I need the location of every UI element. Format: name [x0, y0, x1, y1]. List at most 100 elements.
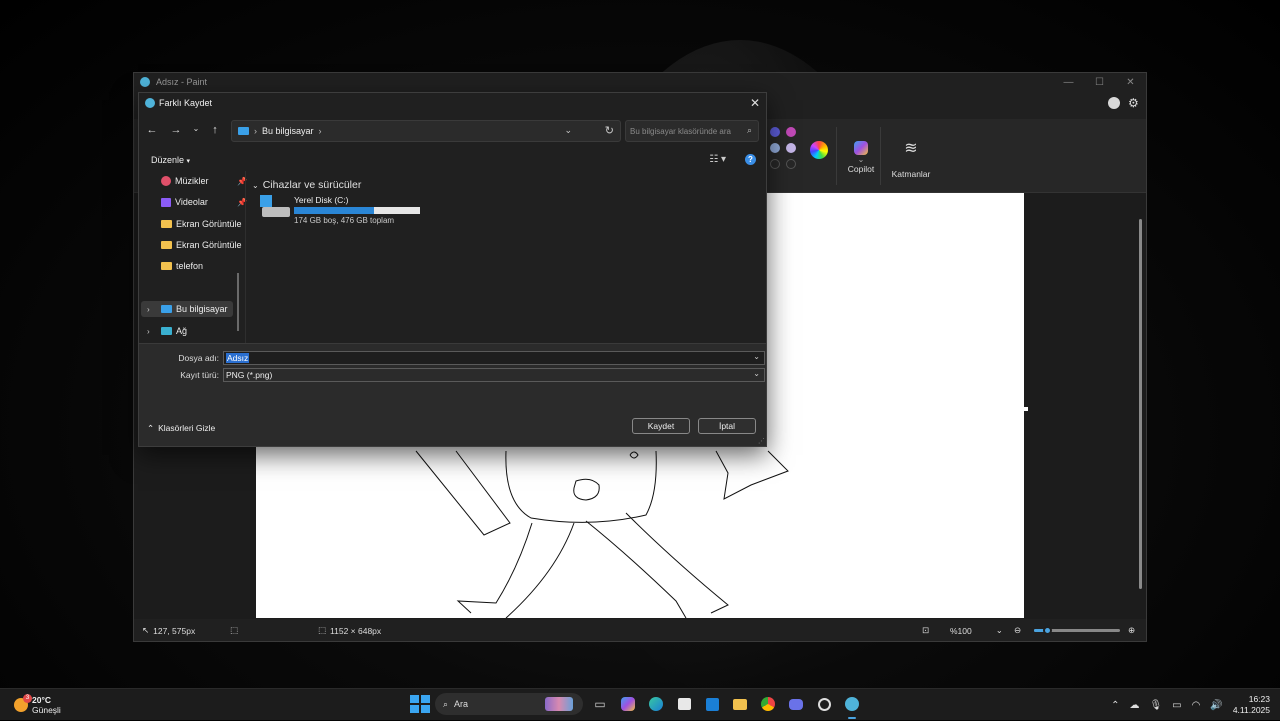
breadcrumb-separator-icon: › — [254, 126, 257, 136]
help-icon[interactable]: ? — [745, 154, 756, 165]
taskbar-search[interactable]: ⌕ Ara — [435, 693, 583, 715]
filetype-select[interactable]: PNG (*.png) ⌄ — [223, 368, 765, 382]
search-input[interactable]: Bu bilgisayar klasöründe ara ⌕ — [625, 120, 759, 142]
save-button[interactable]: Kaydet — [632, 418, 690, 434]
address-bar[interactable]: › Bu bilgisayar › ⌄ ↻ — [231, 120, 621, 142]
nav-item-videos[interactable]: Videolar 📌 — [161, 194, 253, 210]
paint-taskbar-icon[interactable] — [841, 693, 863, 719]
zoom-out-icon[interactable]: ⊖ — [1014, 625, 1021, 636]
chrome-icon[interactable] — [757, 693, 779, 715]
copilot-taskbar-icon[interactable] — [617, 693, 639, 715]
color-swatch-empty[interactable] — [786, 159, 796, 169]
canvas-size: ⬚ 1152 × 648px — [318, 625, 382, 636]
nav-item-this-pc[interactable]: › Bu bilgisayar — [141, 301, 233, 317]
address-dropdown-icon[interactable]: ⌄ — [564, 125, 572, 136]
chevron-down-icon: ⌄ — [995, 625, 1003, 635]
settings-gear-icon[interactable]: ⚙ — [1128, 97, 1140, 109]
pointer-icon: ↖ — [142, 625, 150, 635]
group-header[interactable]: ⌄ Cihazlar ve sürücüler — [252, 179, 361, 191]
content-pane: ⌄ Cihazlar ve sürücüler Yerel Disk (C:) … — [245, 171, 766, 343]
copilot-button[interactable]: ⌄ Copilot — [836, 135, 886, 174]
clock[interactable]: 16:23 4.11.2025 — [1233, 694, 1270, 716]
paint-app-icon — [140, 77, 150, 87]
notification-badge: 3 — [23, 694, 32, 703]
drive-name: Yerel Disk (C:) — [294, 195, 349, 205]
search-highlight-image — [545, 697, 573, 711]
recording-app-icon[interactable] — [813, 693, 835, 715]
folder-icon — [161, 262, 172, 270]
volume-icon[interactable]: 🔊 — [1210, 700, 1222, 711]
maximize-button[interactable]: ☐ — [1084, 73, 1115, 91]
dialog-close-icon[interactable]: ✕ — [750, 96, 760, 110]
microphone-icon[interactable]: 🎙 — [1149, 700, 1162, 711]
dialog-titlebar: Farklı Kaydet — [139, 93, 766, 113]
color-swatch[interactable] — [786, 143, 796, 153]
filename-input[interactable]: Adsız ⌄ — [223, 351, 765, 365]
navigation-row: ← → ⌄ ↑ › Bu bilgisayar › ⌄ ↻ Bu bilgisa… — [139, 120, 766, 144]
hide-folders-button[interactable]: ⌃ Klasörleri Gizle — [147, 423, 215, 434]
weather-widget[interactable]: 3 20°C Güneşli — [14, 694, 61, 715]
breadcrumb-separator-icon[interactable]: › — [319, 126, 322, 136]
fit-to-window-icon[interactable]: ⊡ — [922, 625, 929, 636]
color-swatch[interactable] — [770, 127, 780, 137]
store-icon[interactable] — [673, 693, 695, 715]
computer-icon — [238, 127, 249, 135]
file-explorer-icon[interactable] — [729, 693, 751, 715]
network-icon — [161, 327, 172, 335]
computer-icon — [161, 305, 172, 313]
chevron-right-icon[interactable]: › — [147, 327, 150, 336]
discord-icon[interactable] — [785, 693, 807, 715]
paint-statusbar: ↖ 127, 575px ⬚ ⬚ 1152 × 648px ⊡ %100 ⌄ ⊖… — [134, 619, 1146, 641]
close-button[interactable]: ✕ — [1115, 73, 1146, 91]
recent-locations-chevron-icon[interactable]: ⌄ — [189, 124, 203, 133]
taskbar: 3 20°C Güneşli ⌕ Ara ▭ ⌃ ☁ 🎙 ▭ ◠ 🔊 16:23 — [0, 688, 1280, 720]
nav-item-screenshots-2[interactable]: Ekran Görüntüle — [161, 237, 253, 253]
color-swatch[interactable] — [770, 143, 780, 153]
account-icon[interactable] — [1108, 97, 1120, 109]
edge-browser-icon[interactable] — [645, 693, 667, 715]
nav-pane-scrollbar[interactable] — [237, 273, 239, 331]
wifi-icon[interactable]: ◠ — [1192, 700, 1201, 711]
cancel-button[interactable]: İptal — [698, 418, 756, 434]
zoom-dropdown[interactable]: %100 ⌄ — [950, 625, 1003, 636]
zoom-slider-thumb[interactable] — [1042, 626, 1052, 635]
view-options-icon[interactable]: ☷ ▾ — [709, 154, 726, 165]
drive-item-c[interactable]: Yerel Disk (C:) 174 GB boş, 476 GB topla… — [260, 195, 420, 225]
zoom-in-icon[interactable]: ⊕ — [1128, 625, 1135, 636]
edit-colors-icon[interactable] — [810, 141, 828, 159]
nav-item-network[interactable]: › Ağ — [141, 323, 233, 339]
breadcrumb-this-pc[interactable]: Bu bilgisayar — [262, 126, 314, 136]
start-button[interactable] — [409, 694, 430, 714]
chevron-down-icon[interactable]: ⌄ — [753, 352, 760, 361]
nav-item-music[interactable]: Müzikler 📌 — [161, 173, 253, 189]
folder-icon — [161, 241, 172, 249]
task-view-icon[interactable]: ▭ — [589, 693, 611, 715]
system-tray: ⌃ ☁ 🎙 ▭ ◠ 🔊 16:23 4.11.2025 — [1111, 689, 1280, 721]
drive-usage-bar — [294, 207, 420, 214]
layers-button[interactable]: ≋ Katmanlar — [886, 135, 936, 179]
back-arrow-icon[interactable]: ← — [145, 124, 159, 136]
canvas-size-icon: ⬚ — [318, 625, 327, 635]
sun-icon: 3 — [14, 694, 32, 712]
chevron-right-icon[interactable]: › — [147, 305, 150, 314]
layers-label: Katmanlar — [891, 169, 931, 179]
zoom-slider[interactable] — [1034, 626, 1120, 635]
filename-label: Dosya adı: — [178, 353, 219, 363]
organize-menu[interactable]: Düzenle ▾ — [151, 155, 190, 165]
vertical-scrollbar[interactable] — [1138, 197, 1144, 615]
forward-arrow-icon[interactable]: → — [169, 124, 183, 136]
save-options-panel: Dosya adı: Adsız ⌄ Kayıt türü: PNG (*.pn… — [139, 343, 766, 446]
outlook-icon[interactable] — [701, 693, 723, 715]
up-arrow-icon[interactable]: ↑ — [208, 124, 222, 136]
refresh-icon[interactable]: ↻ — [605, 124, 614, 137]
resize-grip-icon[interactable]: ⋰ — [758, 437, 765, 445]
color-swatch-empty[interactable] — [770, 159, 780, 169]
canvas-resize-handle[interactable] — [1024, 407, 1028, 411]
display-icon[interactable]: ▭ — [1172, 700, 1181, 711]
nav-item-screenshots-1[interactable]: Ekran Görüntüle — [161, 216, 253, 232]
show-hidden-icons-chevron-icon[interactable]: ⌃ — [1111, 700, 1119, 711]
minimize-button[interactable]: — — [1053, 73, 1084, 91]
cloud-icon[interactable]: ☁ — [1129, 700, 1139, 711]
nav-item-telefon[interactable]: telefon — [161, 258, 253, 274]
color-swatch[interactable] — [786, 127, 796, 137]
